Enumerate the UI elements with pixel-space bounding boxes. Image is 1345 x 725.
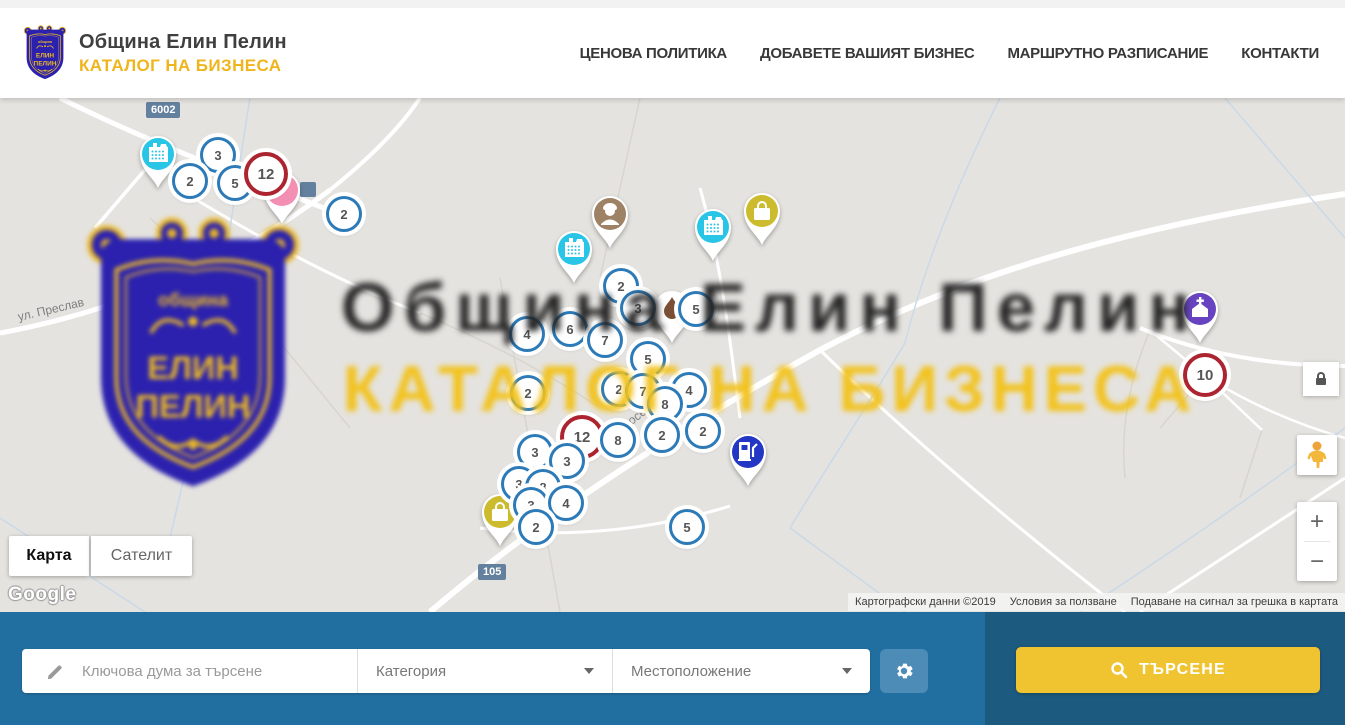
pegman-button[interactable] xyxy=(1297,435,1337,475)
pencil-icon xyxy=(46,662,65,681)
marker-pin-factory[interactable] xyxy=(690,204,736,267)
category-label: Категория xyxy=(376,663,446,680)
marker-pin-fuel[interactable] xyxy=(725,429,771,492)
svg-text:община: община xyxy=(38,40,53,44)
main-nav: ЦЕНОВА ПОЛИТИКА ДОБАВЕТЕ ВАШИЯТ БИЗНЕС М… xyxy=(580,45,1319,62)
nav-route-schedule[interactable]: МАРШРУТНО РАЗПИСАНИЕ xyxy=(1007,45,1208,62)
marker-cluster[interactable]: 2 xyxy=(172,163,208,199)
marker-cluster[interactable]: 7 xyxy=(587,322,623,358)
marker-cluster[interactable]: 6 xyxy=(552,311,588,347)
map-type-map-button[interactable]: Карта xyxy=(9,536,89,576)
search-bar: Категория Местоположение ТЪРСЕНЕ xyxy=(0,612,1345,725)
marker-cluster[interactable]: 5 xyxy=(669,509,705,545)
zoom-control: + − xyxy=(1297,502,1337,581)
attribution-copyright: Картографски данни ©2019 xyxy=(855,596,996,608)
keyword-field[interactable] xyxy=(22,649,357,693)
marker-pin-church[interactable] xyxy=(1177,286,1223,349)
svg-text:ПЕЛИН: ПЕЛИН xyxy=(34,60,57,67)
site-header: община ЕЛИН ПЕЛИН Община Елин Пелин КАТА… xyxy=(0,0,1345,98)
chevron-down-icon xyxy=(842,668,852,674)
location-select[interactable]: Местоположение xyxy=(612,649,870,693)
page: община ЕЛИН ПЕЛИН Община Елин Пелин КАТА… xyxy=(0,0,1345,725)
pegman-icon xyxy=(1306,441,1328,469)
map-attribution: Картографски данни ©2019 Условия за полз… xyxy=(848,593,1345,611)
marker-pin-bag[interactable] xyxy=(739,188,785,251)
terms-of-use-link[interactable]: Условия за ползване xyxy=(1010,596,1117,608)
category-select[interactable]: Категория xyxy=(357,649,612,693)
map-marker-layer: 325122235647522748128223338342510 xyxy=(0,98,1345,612)
marker-cluster[interactable]: 10 xyxy=(1183,353,1227,397)
gear-icon xyxy=(893,660,915,682)
nav-pricing-policy[interactable]: ЦЕНОВА ПОЛИТИКА xyxy=(580,45,727,62)
nav-contacts[interactable]: КОНТАКТИ xyxy=(1241,45,1319,62)
brand-home-link[interactable]: община ЕЛИН ПЕЛИН Община Елин Пелин КАТА… xyxy=(22,23,287,83)
marker-cluster[interactable]: 2 xyxy=(518,509,554,545)
marker-cluster[interactable]: 12 xyxy=(244,152,288,196)
marker-cluster[interactable]: 2 xyxy=(685,413,721,449)
search-icon xyxy=(1110,661,1128,679)
settings-button[interactable] xyxy=(880,649,928,693)
keyword-input[interactable] xyxy=(80,662,324,681)
marker-cluster[interactable]: 5 xyxy=(630,341,666,377)
map-type-control: Карта Сателит xyxy=(9,536,192,576)
marker-cluster[interactable]: 3 xyxy=(620,290,656,326)
search-button[interactable]: ТЪРСЕНЕ xyxy=(1016,647,1320,693)
lock-icon xyxy=(1314,371,1328,387)
marker-cluster[interactable]: 3 xyxy=(517,434,553,470)
svg-text:ЕЛИН: ЕЛИН xyxy=(36,53,55,60)
marker-cluster[interactable]: 2 xyxy=(510,375,546,411)
marker-pin-factory[interactable] xyxy=(551,226,597,289)
zoom-out-button[interactable]: − xyxy=(1297,542,1337,581)
map-type-satellite-button[interactable]: Сателит xyxy=(91,536,192,576)
marker-cluster[interactable]: 2 xyxy=(644,417,680,453)
site-subtitle: КАТАЛОГ НА БИЗНЕСА xyxy=(79,56,287,76)
nav-add-your-business[interactable]: ДОБАВЕТЕ ВАШИЯТ БИЗНЕС xyxy=(760,45,974,62)
map-canvas[interactable]: 6002105ул. Преславбул. „Новосел 32512223… xyxy=(0,98,1345,612)
zoom-in-button[interactable]: + xyxy=(1297,502,1337,541)
site-title: Община Елин Пелин xyxy=(79,31,287,54)
chevron-down-icon xyxy=(584,668,594,674)
municipality-logo: община ЕЛИН ПЕЛИН xyxy=(22,23,68,83)
marker-cluster[interactable]: 4 xyxy=(509,316,545,352)
marker-cluster[interactable]: 8 xyxy=(600,422,636,458)
search-button-label: ТЪРСЕНЕ xyxy=(1139,661,1226,679)
brand-titles: Община Елин Пелин КАТАЛОГ НА БИЗНЕСА xyxy=(79,31,287,76)
search-fields: Категория Местоположение xyxy=(22,649,870,693)
marker-cluster[interactable]: 4 xyxy=(548,485,584,521)
google-logo[interactable]: Google xyxy=(8,584,76,606)
marker-cluster[interactable]: 2 xyxy=(326,196,362,232)
report-map-error-link[interactable]: Подаване на сигнал за грешка в картата xyxy=(1131,596,1338,608)
location-label: Местоположение xyxy=(631,663,751,680)
marker-cluster[interactable]: 5 xyxy=(678,291,714,327)
street-view-lock-button[interactable] xyxy=(1303,362,1339,396)
